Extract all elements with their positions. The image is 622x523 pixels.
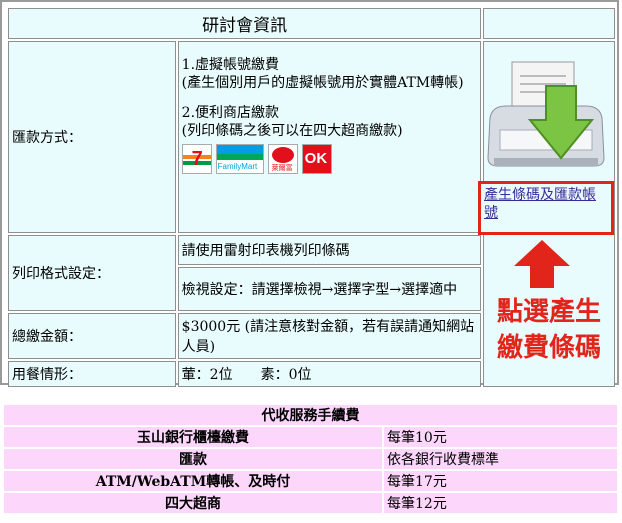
fee-row: 玉山銀行櫃檯繳費 每筆10元 (4, 427, 617, 447)
store-logos: 7 FamilyMart 萊爾富 OK (181, 144, 478, 174)
hint-text: 點選產生繳費條碼 (496, 297, 601, 363)
fee-value: 每筆10元 (384, 427, 617, 447)
fee-name: ATM/WebATM轉帳、及時付 (4, 471, 382, 491)
meal-label: 用餐情形： (8, 361, 176, 387)
fee-value: 每筆17元 (384, 471, 617, 491)
payment-label: 匯款方式： (8, 41, 176, 233)
payment-methods: 1.虛擬帳號繳費 (產生個別用戶的虛擬帳號用於實體ATM轉帳) 2.便利商店繳款… (177, 41, 482, 233)
view-setting-instruction: 檢視設定：請選擇檢視→選擇字型→選擇適中 (177, 267, 482, 311)
payment-option-convenience-store: 2.便利商店繳款 (181, 105, 280, 121)
payment-option-virtual-account-desc: (產生個別用戶的虛擬帳號用於實體ATM轉帳) (181, 75, 464, 91)
ok-mart-logo: OK (301, 144, 332, 174)
hilife-logo: 萊爾富 (267, 144, 298, 174)
total-amount-label: 總繳金額： (8, 313, 176, 359)
seven-eleven-logo: 7 (181, 144, 212, 174)
fee-name: 匯款 (4, 449, 382, 469)
fee-name: 四大超商 (4, 493, 382, 513)
fee-name: 玉山銀行櫃檯繳費 (4, 427, 382, 447)
printer-icon (487, 61, 605, 167)
fee-table-header: 代收服務手續費 (4, 405, 617, 425)
generate-barcode-box: 產生條碼及匯款帳號 (478, 181, 614, 235)
print-instruction: 請使用雷射印表機列印條碼 (177, 235, 482, 265)
fee-row: ATM/WebATM轉帳、及時付 每筆17元 (4, 471, 617, 491)
fee-value: 每筆12元 (384, 493, 617, 513)
payment-option-virtual-account: 1.虛擬帳號繳費 (181, 57, 280, 73)
meal-value: 葷：2位 素：0位 (177, 361, 482, 387)
generate-barcode-link[interactable]: 產生條碼及匯款帳號 (484, 187, 596, 221)
arrow-up-icon (514, 240, 570, 288)
total-amount-value: $3000元 (請注意核對金額，若有誤請通知網站人員) (177, 313, 482, 359)
payment-option-convenience-store-desc: (列印條碼之後可以在四大超商繳款) (181, 123, 403, 139)
info-title: 研討會資訊 (8, 8, 482, 39)
service-fee-table: 代收服務手續費 玉山銀行櫃檯繳費 每筆10元 匯款 依各銀行收費標準 ATM/W… (2, 403, 619, 515)
fee-value: 依各銀行收費標準 (384, 449, 617, 469)
side-blank-cell (483, 8, 615, 39)
print-format-label: 列印格式設定： (8, 235, 176, 311)
fee-row: 匯款 依各銀行收費標準 (4, 449, 617, 469)
familymart-logo: FamilyMart (215, 144, 264, 174)
fee-row: 四大超商 每筆12元 (4, 493, 617, 513)
